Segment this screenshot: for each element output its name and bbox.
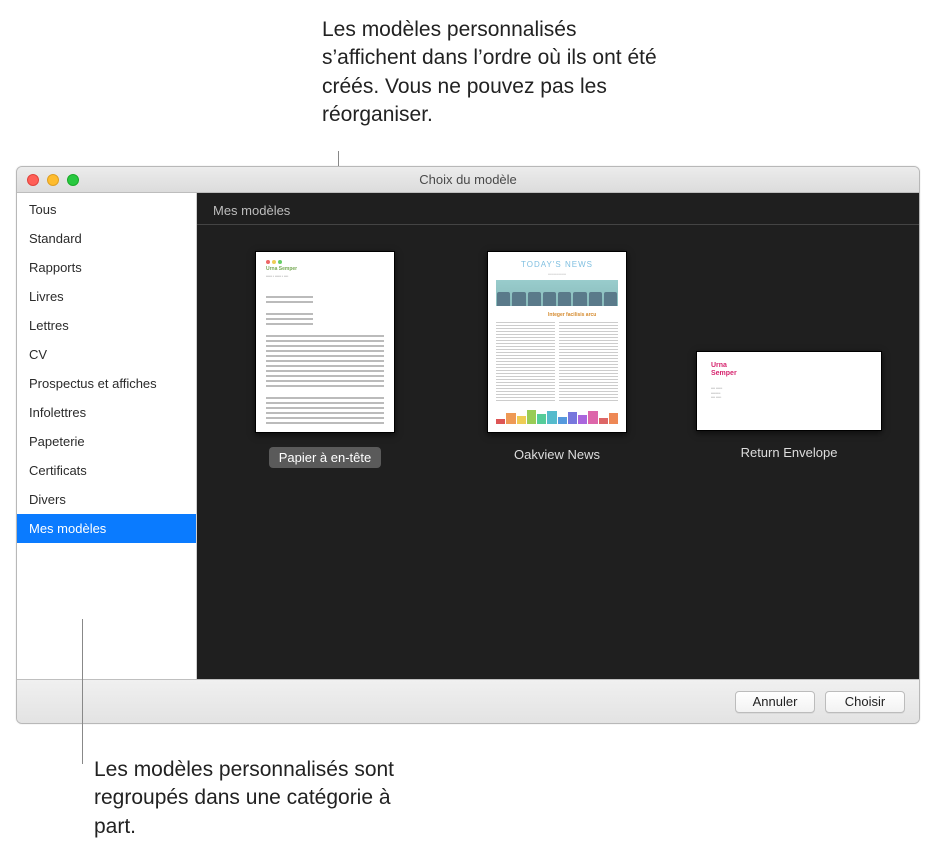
sidebar-item-papeterie[interactable]: Papeterie [17,427,196,456]
template-thumbnail: TODAY'S NEWS ••••••••••••••••• Integer f… [487,251,627,433]
section-header: Mes modèles [197,193,919,225]
sidebar-item-livres[interactable]: Livres [17,282,196,311]
template-item-newsletter[interactable]: TODAY'S NEWS ••••••••••••••••• Integer f… [469,251,645,462]
template-thumbnail: UrnaSemper •••• •••••• ••••••••• •••• ••… [696,351,882,431]
template-grid: Urna Semper •••••• • •••••• • •••• [197,225,919,494]
titlebar: Choix du modèle [17,167,919,193]
sidebar-item-rapports[interactable]: Rapports [17,253,196,282]
callout-pointer-bottom [82,619,83,764]
window-title: Choix du modèle [17,172,919,187]
sidebar-item-certificats[interactable]: Certificats [17,456,196,485]
template-item-envelope[interactable]: UrnaSemper •••• •••••• ••••••••• •••• ••… [701,251,877,460]
cancel-button[interactable]: Annuler [735,691,815,713]
template-item-letterhead[interactable]: Urna Semper •••••• • •••••• • •••• [237,251,413,468]
sidebar-item-standard[interactable]: Standard [17,224,196,253]
sidebar-item-prospectus[interactable]: Prospectus et affiches [17,369,196,398]
content-area: Mes modèles Urna Semper •••••• • •••••• … [197,193,919,679]
sidebar: Tous Standard Rapports Livres Lettres CV… [17,193,197,679]
template-label: Papier à en-tête [269,447,382,468]
sidebar-item-divers[interactable]: Divers [17,485,196,514]
template-label: Oakview News [514,447,600,462]
template-label: Return Envelope [741,445,838,460]
footer: Annuler Choisir [17,679,919,723]
sidebar-item-cv[interactable]: CV [17,340,196,369]
choose-button[interactable]: Choisir [825,691,905,713]
sidebar-item-infolettres[interactable]: Infolettres [17,398,196,427]
sidebar-item-mes-modeles[interactable]: Mes modèles [17,514,196,543]
callout-top: Les modèles personnalisés s’affichent da… [322,16,662,129]
template-chooser-window: Choix du modèle Tous Standard Rapports L… [16,166,920,724]
sidebar-item-tous[interactable]: Tous [17,195,196,224]
template-thumbnail: Urna Semper •••••• • •••••• • •••• [255,251,395,433]
callout-bottom: Les modèles personnalisés sont regroupés… [94,756,434,841]
sidebar-item-lettres[interactable]: Lettres [17,311,196,340]
